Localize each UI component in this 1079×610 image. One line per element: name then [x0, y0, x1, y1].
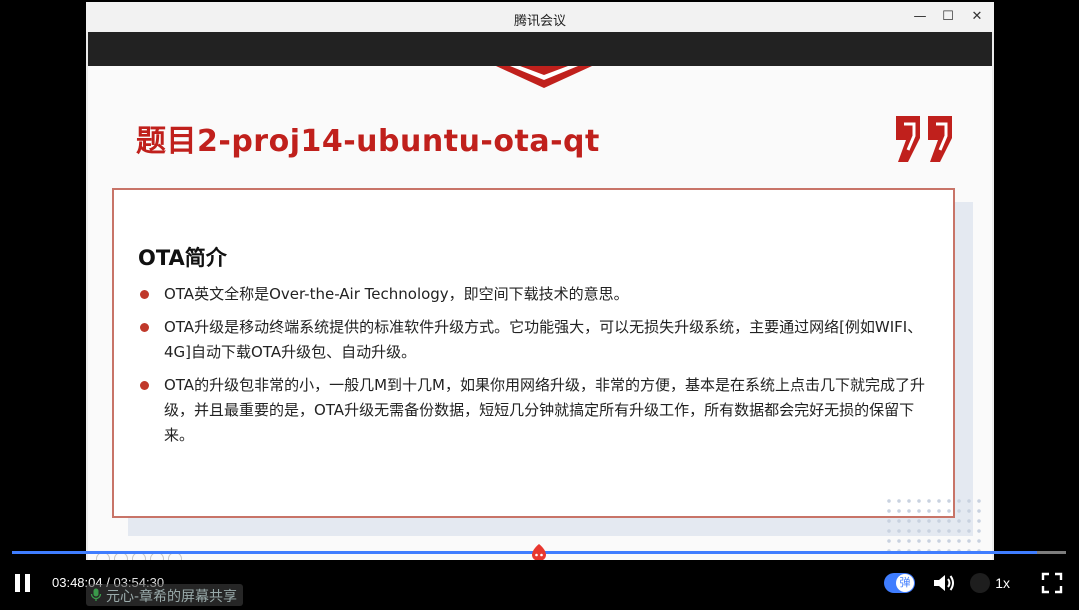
close-icon[interactable]: ✕	[968, 8, 986, 26]
dot-grid-decoration	[884, 496, 984, 556]
list-item: OTA英文全称是Over-the-Air Technology，即空间下载技术的…	[138, 282, 938, 307]
section-heading: OTA简介	[138, 246, 227, 270]
microphone-icon	[90, 588, 102, 601]
quote-logo-icon	[896, 116, 952, 162]
danmaku-label: 弹	[896, 574, 914, 592]
bullet-dot-icon	[140, 381, 149, 390]
window-title: 腾讯会议	[513, 14, 566, 29]
maximize-icon[interactable]: ☐	[939, 8, 957, 26]
pause-icon[interactable]	[12, 572, 34, 594]
speed-knob	[970, 573, 990, 593]
bullet-dot-icon	[140, 323, 149, 332]
list-item: OTA升级是移动终端系统提供的标准软件升级方式。它功能强大，可以无损失升级系统，…	[138, 315, 938, 365]
control-bar: 03:48:04 / 03:54:30 元心-章希的屏幕共享 弹 1x	[0, 560, 1079, 610]
chevron-decoration-icon	[496, 66, 592, 88]
meeting-toolbar-strip	[88, 32, 992, 66]
volume-icon[interactable]	[932, 572, 956, 594]
screen-share-label: 元心-章希的屏幕共享	[86, 584, 244, 606]
meeting-window: 腾讯会议 — ☐ ✕ 题目2-proj14-ubuntu-ota-qt OTA简…	[86, 2, 994, 570]
window-titlebar: 腾讯会议 — ☐ ✕	[86, 2, 994, 32]
bullet-dot-icon	[140, 290, 149, 299]
presentation-slide: 题目2-proj14-ubuntu-ota-qt OTA简介 OTA英文全称是O…	[88, 66, 992, 570]
list-item: OTA的升级包非常的小，一般几M到十几M，如果你用网络升级，非常的方便，基本是在…	[138, 373, 938, 448]
minimize-icon[interactable]: —	[911, 8, 929, 26]
content-card: OTA简介 OTA英文全称是Over-the-Air Technology，即空…	[112, 188, 955, 518]
playback-speed-button[interactable]: 1x	[966, 572, 1010, 594]
list-item-text: OTA的升级包非常的小，一般几M到十几M，如果你用网络升级，非常的方便，基本是在…	[164, 376, 925, 444]
progress-fill	[12, 551, 1038, 554]
list-item-text: OTA英文全称是Over-the-Air Technology，即空间下载技术的…	[164, 285, 629, 303]
slide-title: 题目2-proj14-ubuntu-ota-qt	[136, 124, 600, 159]
fullscreen-icon[interactable]	[1041, 572, 1063, 594]
list-item-text: OTA升级是移动终端系统提供的标准软件升级方式。它功能强大，可以无损失升级系统，…	[164, 318, 923, 361]
screen-share-text: 元心-章希的屏幕共享	[106, 589, 238, 605]
danmaku-toggle[interactable]: 弹	[884, 573, 915, 593]
speed-label: 1x	[995, 575, 1010, 591]
bullet-list: OTA英文全称是Over-the-Air Technology，即空间下载技术的…	[138, 282, 938, 456]
video-player: 腾讯会议 — ☐ ✕ 题目2-proj14-ubuntu-ota-qt OTA简…	[0, 0, 1079, 610]
progress-thumb-icon[interactable]	[530, 543, 548, 561]
